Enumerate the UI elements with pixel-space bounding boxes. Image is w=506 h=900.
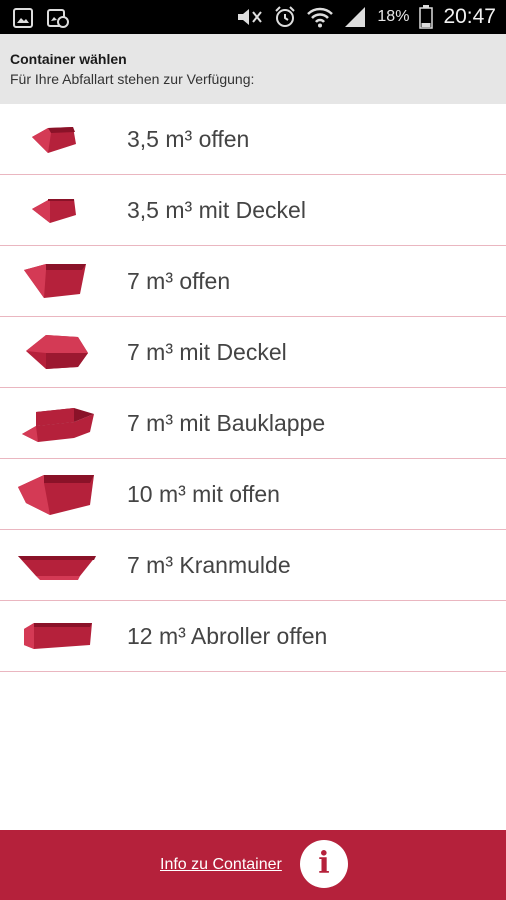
crane-skip-icon bbox=[18, 556, 96, 580]
list-item[interactable]: 3,5 m³ offen bbox=[0, 104, 506, 175]
list-item-label: 7 m³ offen bbox=[127, 268, 231, 294]
list-item[interactable]: 12 m³ Abroller offen bbox=[0, 601, 506, 672]
skip-small-open-icon bbox=[32, 127, 76, 153]
mute-icon bbox=[238, 9, 263, 25]
footer-bar: Info zu Container bbox=[0, 830, 506, 900]
info-icon[interactable]: i bbox=[300, 840, 348, 888]
image-icon bbox=[13, 8, 33, 28]
list-item-label: 3,5 m³ offen bbox=[127, 126, 250, 152]
clock: 20:47 bbox=[443, 5, 496, 28]
signal-icon bbox=[345, 7, 366, 27]
list-item-label: 7 m³ mit Bauklappe bbox=[127, 410, 326, 436]
list-item[interactable]: 7 m³ offen bbox=[0, 246, 506, 317]
page-subtitle: Für Ihre Abfallart stehen zur Verfügung: bbox=[10, 71, 255, 87]
list-item[interactable]: 7 m³ mit Bauklappe bbox=[0, 388, 506, 459]
list-item-label: 3,5 m³ mit Deckel bbox=[127, 197, 306, 223]
skip-flap-icon bbox=[22, 408, 94, 442]
status-bar: 18% 20:47 bbox=[0, 0, 506, 34]
page-header: Container wählen Für Ihre Abfallart steh… bbox=[0, 34, 506, 104]
list-item-label: 7 m³ mit Deckel bbox=[127, 339, 287, 365]
list-item[interactable]: 10 m³ mit offen bbox=[0, 459, 506, 530]
list-item[interactable]: 3,5 m³ mit Deckel bbox=[0, 175, 506, 246]
skip-large-open-icon bbox=[18, 475, 94, 515]
list-item[interactable]: 7 m³ Kranmulde bbox=[0, 530, 506, 601]
skip-medium-open-icon bbox=[24, 264, 86, 298]
info-glyph: i bbox=[318, 846, 330, 881]
list-item-label: 12 m³ Abroller offen bbox=[127, 623, 328, 649]
list-item-label: 10 m³ mit offen bbox=[127, 481, 280, 507]
battery-percent: 18% bbox=[377, 8, 410, 25]
skip-medium-lid-icon bbox=[26, 335, 88, 369]
wifi-icon bbox=[307, 7, 334, 28]
roll-off-container-icon bbox=[24, 623, 92, 649]
container-list: 3,5 m³ offen 3,5 m³ mit Deckel 7 m³ offe… bbox=[0, 104, 506, 672]
alarm-icon bbox=[275, 6, 296, 27]
list-item-label: 7 m³ Kranmulde bbox=[127, 552, 291, 578]
battery-icon bbox=[419, 5, 434, 29]
info-link[interactable]: Info zu Container bbox=[160, 856, 282, 874]
list-item[interactable]: 7 m³ mit Deckel bbox=[0, 317, 506, 388]
page-title: Container wählen bbox=[10, 51, 127, 67]
skip-small-lid-icon bbox=[32, 199, 76, 223]
gallery-icon bbox=[47, 9, 69, 28]
